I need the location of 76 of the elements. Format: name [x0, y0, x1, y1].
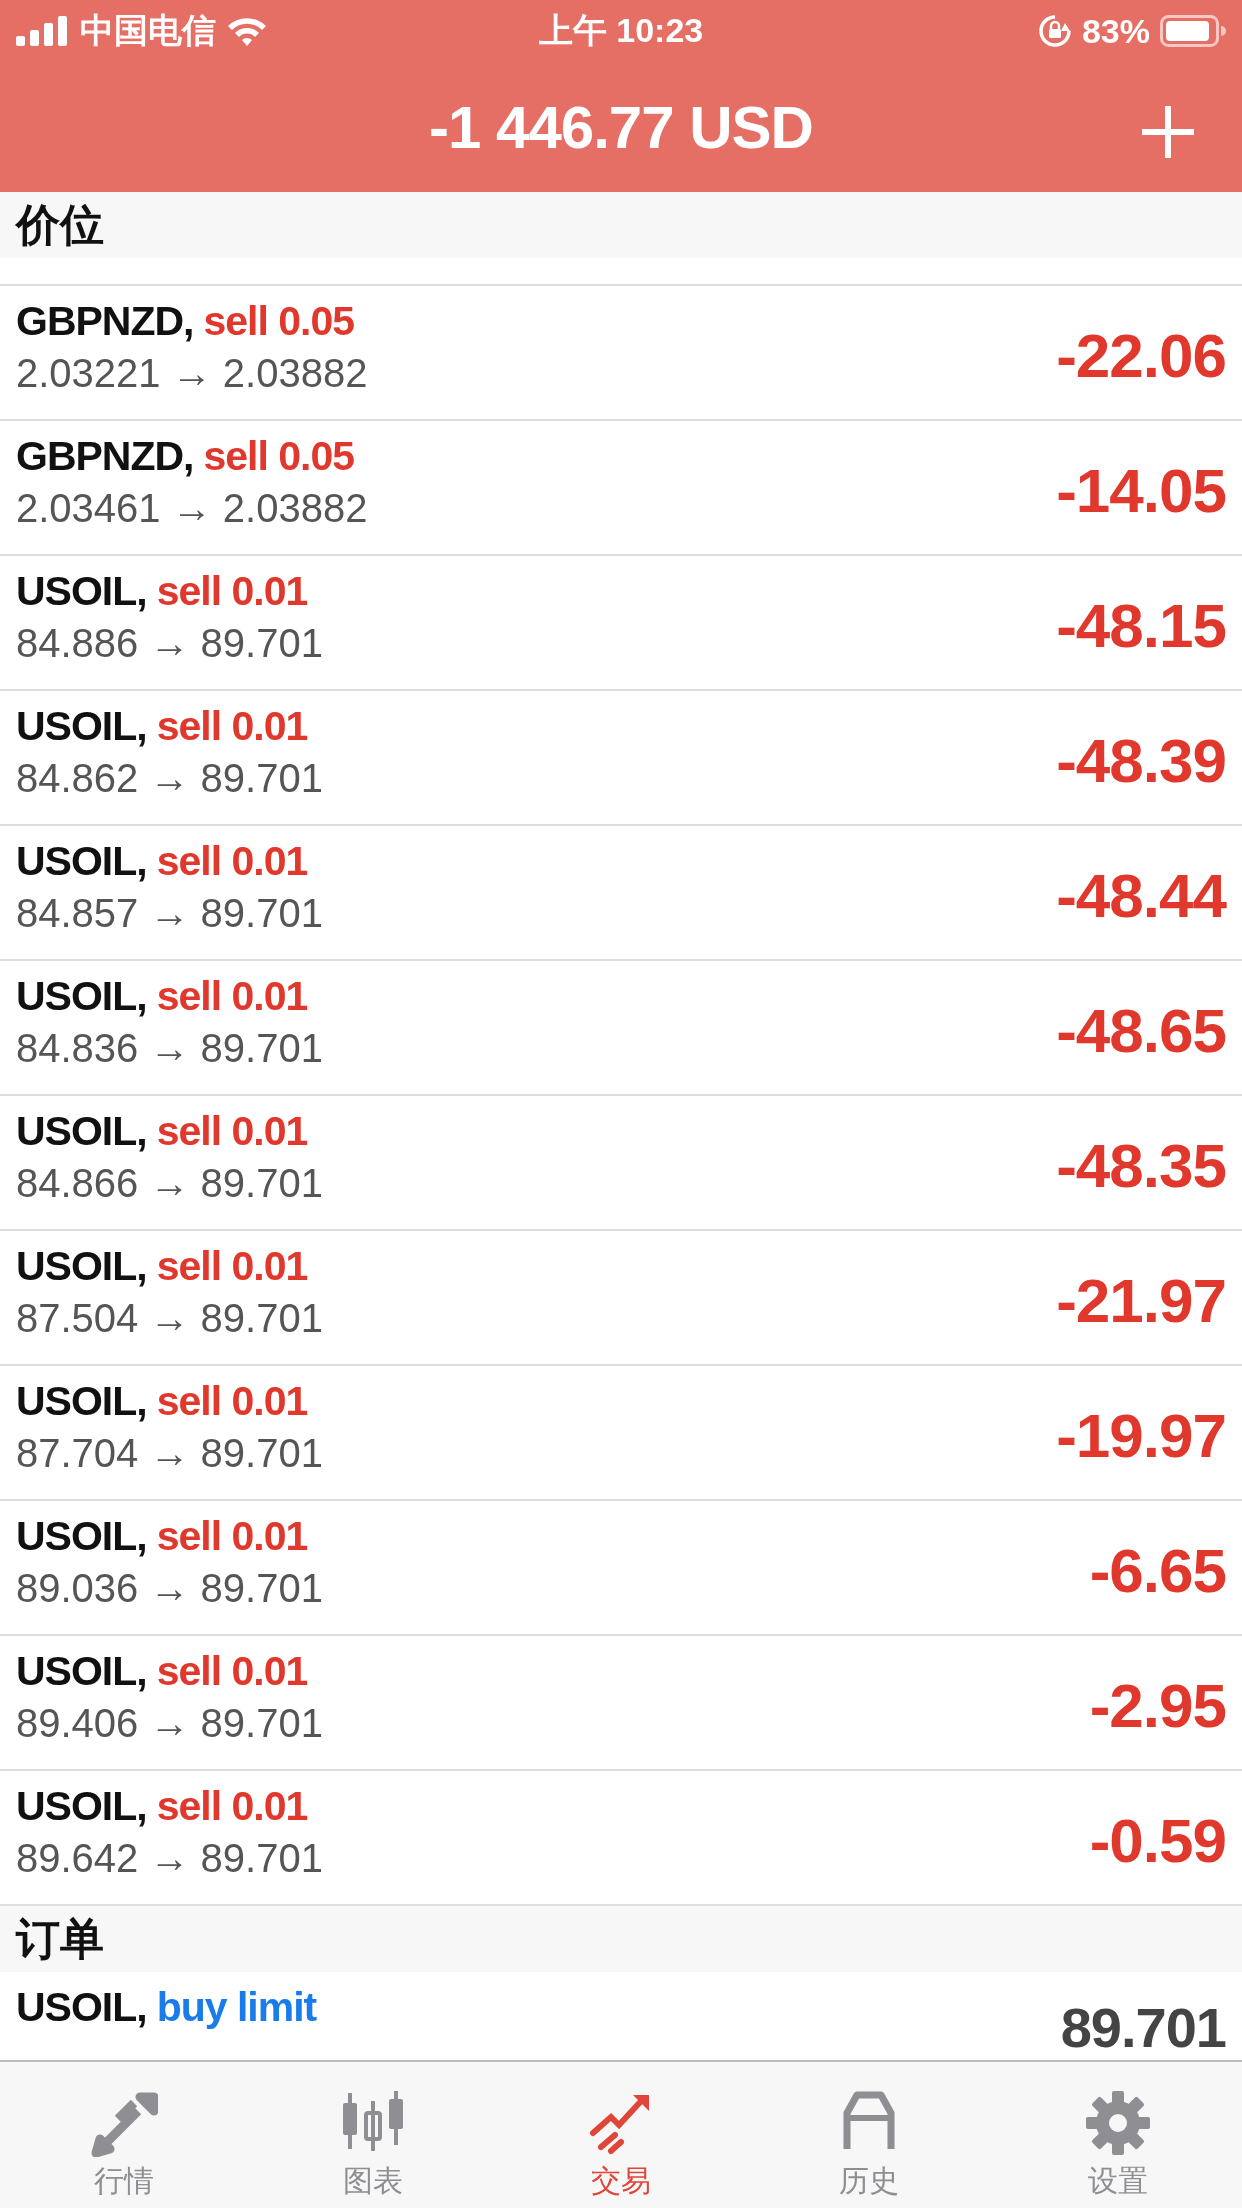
- tab[interactable]: 交易: [496, 2062, 746, 2208]
- signal-icon: [16, 16, 70, 46]
- price-text: 84.862 → 89.701: [16, 756, 324, 801]
- price-text: 84.866 → 89.701: [16, 1161, 324, 1206]
- price-text: 89.406 → 89.701: [16, 1701, 324, 1746]
- symbol-text: USOIL,: [16, 1243, 147, 1290]
- battery-text: 83%: [1081, 11, 1150, 51]
- section-title: 价位: [16, 198, 104, 251]
- price-text: 87.504 → 89.701: [16, 1296, 324, 1341]
- profit-value: -22.06: [1056, 320, 1226, 391]
- price-text: 89.642 → 89.701: [16, 1836, 324, 1881]
- order-type-text: sell 0.05: [203, 433, 355, 480]
- clock-text: 上午 10:23: [538, 10, 704, 51]
- trade-row[interactable]: USOIL, sell 0.01 87.504 → 89.701 -21.97: [0, 1231, 1242, 1366]
- trade-row[interactable]: GBPNZD, sell 0.05 2.03221 → 2.03882 -22.06: [0, 286, 1242, 421]
- order-type-text: sell 0.01: [156, 1378, 308, 1425]
- trade-row[interactable]: USOIL, sell 0.01 84.866 → 89.701 -48.35: [0, 1096, 1242, 1231]
- price-text: 84.836 → 89.701: [16, 1026, 324, 1071]
- symbol-text: USOIL,: [16, 1984, 147, 2031]
- price-text: 87.704 → 89.701: [16, 1431, 324, 1476]
- trade-row[interactable]: USOIL, sell 0.01 89.036 → 89.701 -6.65: [0, 1501, 1242, 1636]
- order-type-text: sell 0.01: [156, 1108, 308, 1155]
- order-type-text: buy limit: [156, 1984, 317, 2031]
- trade-row[interactable]: USOIL, sell 0.01 84.836 → 89.701 -48.65: [0, 961, 1242, 1096]
- wifi-icon: [226, 15, 268, 47]
- order-type-text: sell 0.05: [203, 298, 355, 345]
- order-type-text: sell 0.01: [156, 1243, 308, 1290]
- symbol-text: USOIL,: [16, 1378, 147, 1425]
- symbol-text: USOIL,: [16, 1783, 147, 1830]
- price-text: 84.886 → 89.701: [16, 621, 324, 666]
- rotation-lock-icon: [1037, 14, 1072, 48]
- trade-row[interactable]: USOIL, sell 0.01 84.857 → 89.701 -48.44: [0, 826, 1242, 961]
- order-type-text: sell 0.01: [156, 703, 308, 750]
- order-type-text: sell 0.01: [156, 1648, 308, 1695]
- symbol-text: USOIL,: [16, 703, 147, 750]
- profit-value: -21.97: [1056, 1265, 1226, 1336]
- price-text: 84.857 → 89.701: [16, 891, 324, 936]
- order-type-text: sell 0.01: [156, 973, 308, 1020]
- section-title: 订单: [16, 1912, 104, 1965]
- profit-value: -48.39: [1056, 725, 1226, 796]
- profit-value: -48.44: [1056, 860, 1226, 931]
- trade-row[interactable]: USOIL, sell 0.01 84.862 → 89.701 -48.39: [0, 691, 1242, 826]
- profit-value: -48.35: [1056, 1130, 1226, 1201]
- profit-value: -2.95: [1089, 1670, 1226, 1741]
- profit-value: -19.97: [1056, 1400, 1226, 1471]
- symbol-text: GBPNZD,: [16, 298, 194, 345]
- symbol-text: USOIL,: [16, 1648, 147, 1695]
- price-text: 89.036 → 89.701: [16, 1566, 324, 1611]
- price-value: 89.701: [1060, 1995, 1226, 2060]
- profit-value: -48.15: [1056, 590, 1226, 661]
- trade-row[interactable]: USOIL, sell 0.01 87.704 → 89.701 -19.97: [0, 1366, 1242, 1501]
- add-icon[interactable]: [1140, 104, 1196, 160]
- order-type-text: sell 0.01: [156, 838, 308, 885]
- price-text: 2.03461 → 2.03882: [16, 486, 369, 531]
- trade-row[interactable]: USOIL, buy limit 89.701: [0, 1972, 1242, 2060]
- battery-icon: [1160, 15, 1226, 47]
- balance-title: -1 446.77 USD: [429, 92, 813, 162]
- trade-row[interactable]: USOIL, sell 0.01 84.886 → 89.701 -48.15: [0, 556, 1242, 691]
- order-type-text: sell 0.01: [156, 1513, 308, 1560]
- order-type-text: sell 0.01: [156, 568, 308, 615]
- symbol-text: USOIL,: [16, 838, 147, 885]
- symbol-text: USOIL,: [16, 1513, 147, 1560]
- profit-value: -6.65: [1089, 1535, 1226, 1606]
- order-type-text: sell 0.01: [156, 1783, 308, 1830]
- symbol-text: USOIL,: [16, 1108, 147, 1155]
- trade-row[interactable]: GBPNZD, sell 0.05 2.03461 → 2.03882 -14.05: [0, 421, 1242, 556]
- symbol-text: GBPNZD,: [16, 433, 194, 480]
- symbol-text: USOIL,: [16, 973, 147, 1020]
- carrier-text: 中国电信: [80, 10, 216, 51]
- profit-value: -48.65: [1056, 995, 1226, 1066]
- trade-row[interactable]: USOIL, sell 0.01 89.406 → 89.701 -2.95: [0, 1636, 1242, 1771]
- symbol-text: USOIL,: [16, 568, 147, 615]
- gear-icon: [1083, 2089, 1152, 2157]
- profit-value: -0.59: [1089, 1805, 1226, 1876]
- price-text: 2.03221 → 2.03882: [16, 351, 369, 396]
- profit-value: -14.05: [1056, 455, 1226, 526]
